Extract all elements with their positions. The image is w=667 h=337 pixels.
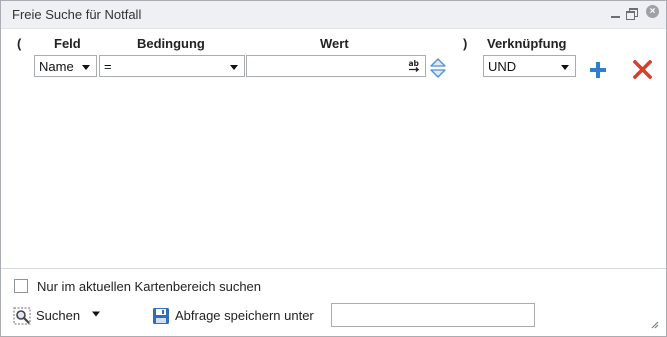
header-open-paren: ( (17, 36, 22, 51)
condition-select[interactable]: = (99, 55, 245, 77)
search-options-dropdown-icon[interactable] (91, 310, 101, 318)
add-row-icon[interactable] (589, 61, 607, 79)
header-link: Verknüpfung (487, 36, 567, 51)
move-up-down-icon[interactable] (429, 58, 447, 78)
restore-icon[interactable] (625, 6, 639, 20)
header-field: Feld (54, 36, 81, 51)
save-icon (153, 308, 169, 324)
save-query-button[interactable]: Abfrage speichern unter (152, 306, 327, 326)
condition-select-value: = (104, 59, 112, 74)
footer-divider (1, 268, 666, 269)
save-query-label: Abfrage speichern unter (175, 308, 314, 323)
chevron-down-icon (561, 65, 569, 70)
window-title: Freie Suche für Notfall (12, 7, 142, 22)
search-icon (13, 307, 31, 325)
close-icon[interactable]: × (646, 5, 659, 18)
map-area-checkbox[interactable] (14, 279, 28, 293)
save-name-input[interactable] (331, 303, 535, 327)
header-close-paren: ) (463, 36, 468, 51)
map-area-label: Nur im aktuellen Kartenbereich suchen (37, 279, 262, 294)
text-type-icon[interactable]: ab (408, 59, 420, 73)
field-select-value: Name (39, 59, 74, 74)
svg-text:ab: ab (409, 59, 420, 68)
link-select-value: UND (488, 59, 517, 74)
header-value: Wert (320, 36, 349, 51)
chevron-down-icon (230, 65, 238, 70)
field-select[interactable]: Name (34, 55, 97, 77)
header-condition: Bedingung (137, 36, 205, 51)
title-bar: Freie Suche für Notfall × (1, 1, 666, 29)
minimize-icon[interactable] (609, 6, 623, 20)
search-dialog: Freie Suche für Notfall × ( Feld Bedingu… (0, 0, 667, 337)
resize-grip-icon[interactable] (649, 319, 659, 329)
value-input[interactable]: ab (246, 55, 426, 77)
delete-row-icon[interactable] (633, 60, 652, 79)
search-button-label: Suchen (36, 308, 81, 323)
link-select[interactable]: UND (483, 55, 576, 77)
chevron-down-icon (82, 65, 90, 70)
